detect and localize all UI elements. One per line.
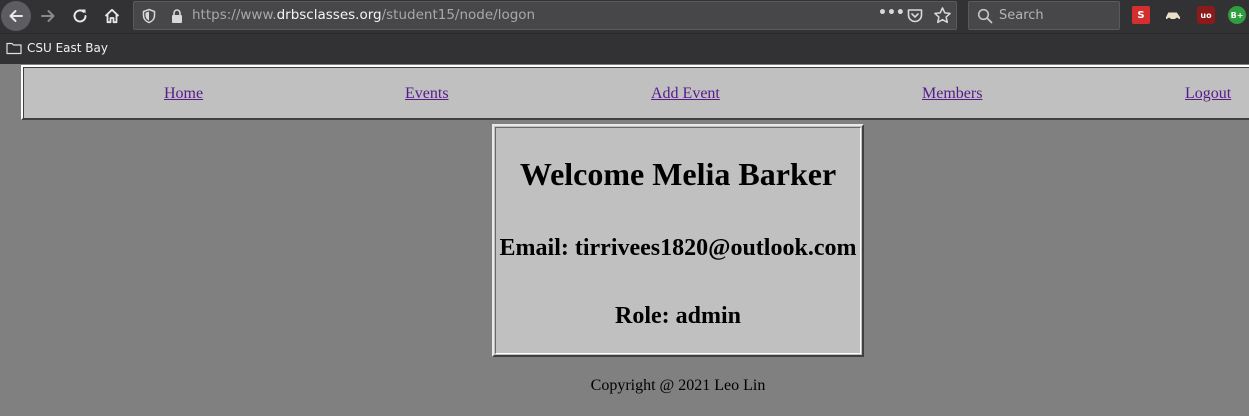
nav-link-home[interactable]: Home <box>164 85 203 103</box>
ublock-label: uo <box>1200 10 1212 20</box>
forward-button[interactable] <box>32 0 64 32</box>
pocket-icon[interactable] <box>906 7 924 29</box>
user-role: Role: admin <box>615 303 741 329</box>
extension-bplus-icon[interactable]: B+ <box>1228 6 1246 24</box>
nav-link-members[interactable]: Members <box>922 85 982 103</box>
welcome-heading: Welcome Melia Barker <box>519 156 837 192</box>
bookmarks-toolbar: CSU East Bay <box>0 33 1249 64</box>
user-email: Email: tirrivees1820@outlook.com <box>499 235 857 261</box>
welcome-panel: Welcome Melia Barker Email: tirrivees182… <box>492 124 864 357</box>
lock-icon[interactable] <box>170 8 184 28</box>
extension-s-icon[interactable]: S <box>1132 6 1150 24</box>
top-navigation: Home Events Add Event Members Logout <box>21 65 1249 120</box>
reload-icon <box>73 9 87 23</box>
nav-link-add-event[interactable]: Add Event <box>651 85 720 103</box>
url-path: /student15/node/logon <box>381 7 536 23</box>
search-icon <box>977 8 993 28</box>
star-bookmark-icon[interactable] <box>933 6 952 29</box>
reload-button[interactable] <box>64 0 96 32</box>
browser-toolbar: https://www.drbsclasses.org/student15/no… <box>0 0 1249 33</box>
tracking-shield-icon[interactable] <box>141 8 157 28</box>
arrow-right-icon <box>41 10 55 22</box>
page-content: Home Events Add Event Members Logout Wel… <box>0 64 1249 416</box>
more-actions-icon[interactable]: ••• <box>878 5 905 21</box>
nav-link-events[interactable]: Events <box>405 85 449 103</box>
back-button[interactable] <box>1 1 31 31</box>
search-placeholder: Search <box>999 8 1044 23</box>
address-bar[interactable]: https://www.drbsclasses.org/student15/no… <box>133 1 957 30</box>
home-icon <box>104 8 120 24</box>
copyright-footer: Copyright @ 2021 Leo Lin <box>590 377 766 394</box>
welcome-panel-inner: Welcome Melia Barker Email: tirrivees182… <box>495 127 861 354</box>
url-prefix: https://www. <box>192 7 277 23</box>
search-bar[interactable]: Search <box>968 1 1120 30</box>
extension-car-icon[interactable] <box>1164 6 1182 24</box>
ublock-origin-icon[interactable]: uo <box>1197 6 1215 24</box>
bookmark-label: CSU East Bay <box>27 41 108 55</box>
home-button[interactable] <box>96 0 128 32</box>
url-text[interactable]: https://www.drbsclasses.org/student15/no… <box>192 7 535 23</box>
arrow-left-icon <box>9 10 23 22</box>
extension-s-label: S <box>1137 9 1145 21</box>
folder-icon <box>6 42 22 55</box>
bookmark-folder-csu-east-bay[interactable]: CSU East Bay <box>6 41 108 55</box>
url-host: drbsclasses.org <box>276 7 382 23</box>
nav-link-logout[interactable]: Logout <box>1185 85 1231 103</box>
bplus-label: B+ <box>1230 10 1244 20</box>
